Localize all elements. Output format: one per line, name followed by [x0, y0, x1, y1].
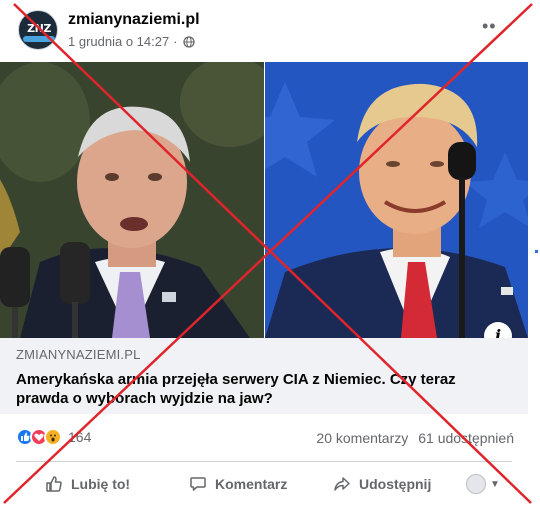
post-image-right[interactable]	[265, 62, 528, 338]
reactions-summary[interactable]: 164	[16, 428, 91, 446]
like-button[interactable]: Lubię to!	[44, 472, 130, 496]
comment-button[interactable]: Komentarz	[188, 472, 287, 496]
caret-down-icon: ▼	[490, 478, 500, 490]
avatar-logo-text: ZNZ	[27, 22, 51, 35]
man-left-illustration	[0, 62, 264, 338]
comment-label: Komentarz	[215, 476, 288, 492]
meta-separator: ·	[173, 34, 178, 49]
scroll-indicator	[535, 250, 538, 253]
post-meta: 1 grudnia o 14:27 ·	[68, 34, 195, 49]
share-label: Udostępnij	[359, 476, 432, 492]
post-image-left[interactable]	[0, 62, 264, 338]
globe-icon	[182, 35, 195, 48]
page-name-link[interactable]: zmianynaziemi.pl	[68, 11, 200, 29]
comments-count-link[interactable]: 20 komentarzy	[316, 430, 408, 446]
share-arrow-icon	[334, 477, 350, 491]
facebook-post: ZNZ zmianynaziemi.pl 1 grudnia o 14:27 ·…	[0, 0, 540, 507]
ellipsis-icon[interactable]: ••	[482, 16, 497, 37]
page-avatar[interactable]: ZNZ	[18, 10, 58, 50]
link-preview[interactable]: ZMIANYNAZIEMI.PL Amerykańska armia przej…	[0, 338, 528, 414]
share-button[interactable]: Udostępnij	[332, 472, 431, 496]
link-domain: ZMIANYNAZIEMI.PL	[16, 347, 141, 362]
like-label: Lubię to!	[71, 476, 131, 492]
reaction-count[interactable]: 164	[68, 429, 91, 445]
man-right-illustration	[265, 62, 528, 338]
thumbs-up-icon	[46, 476, 62, 492]
post-timestamp[interactable]: 1 grudnia o 14:27	[68, 34, 169, 49]
user-avatar-icon	[466, 474, 486, 494]
avatar-logo-wave	[23, 36, 55, 42]
wow-reaction-icon	[44, 428, 62, 446]
post-image-gallery[interactable]	[0, 62, 528, 338]
actions-divider	[16, 461, 512, 462]
link-title[interactable]: Amerykańska armia przejęła serwery CIA z…	[16, 370, 496, 408]
shares-count-link[interactable]: 61 udostępnień	[418, 430, 514, 446]
audience-selector[interactable]: ▼	[466, 472, 500, 496]
comment-bubble-icon	[190, 477, 206, 491]
post-stats: 20 komentarzy 61 udostępnień	[316, 430, 514, 446]
